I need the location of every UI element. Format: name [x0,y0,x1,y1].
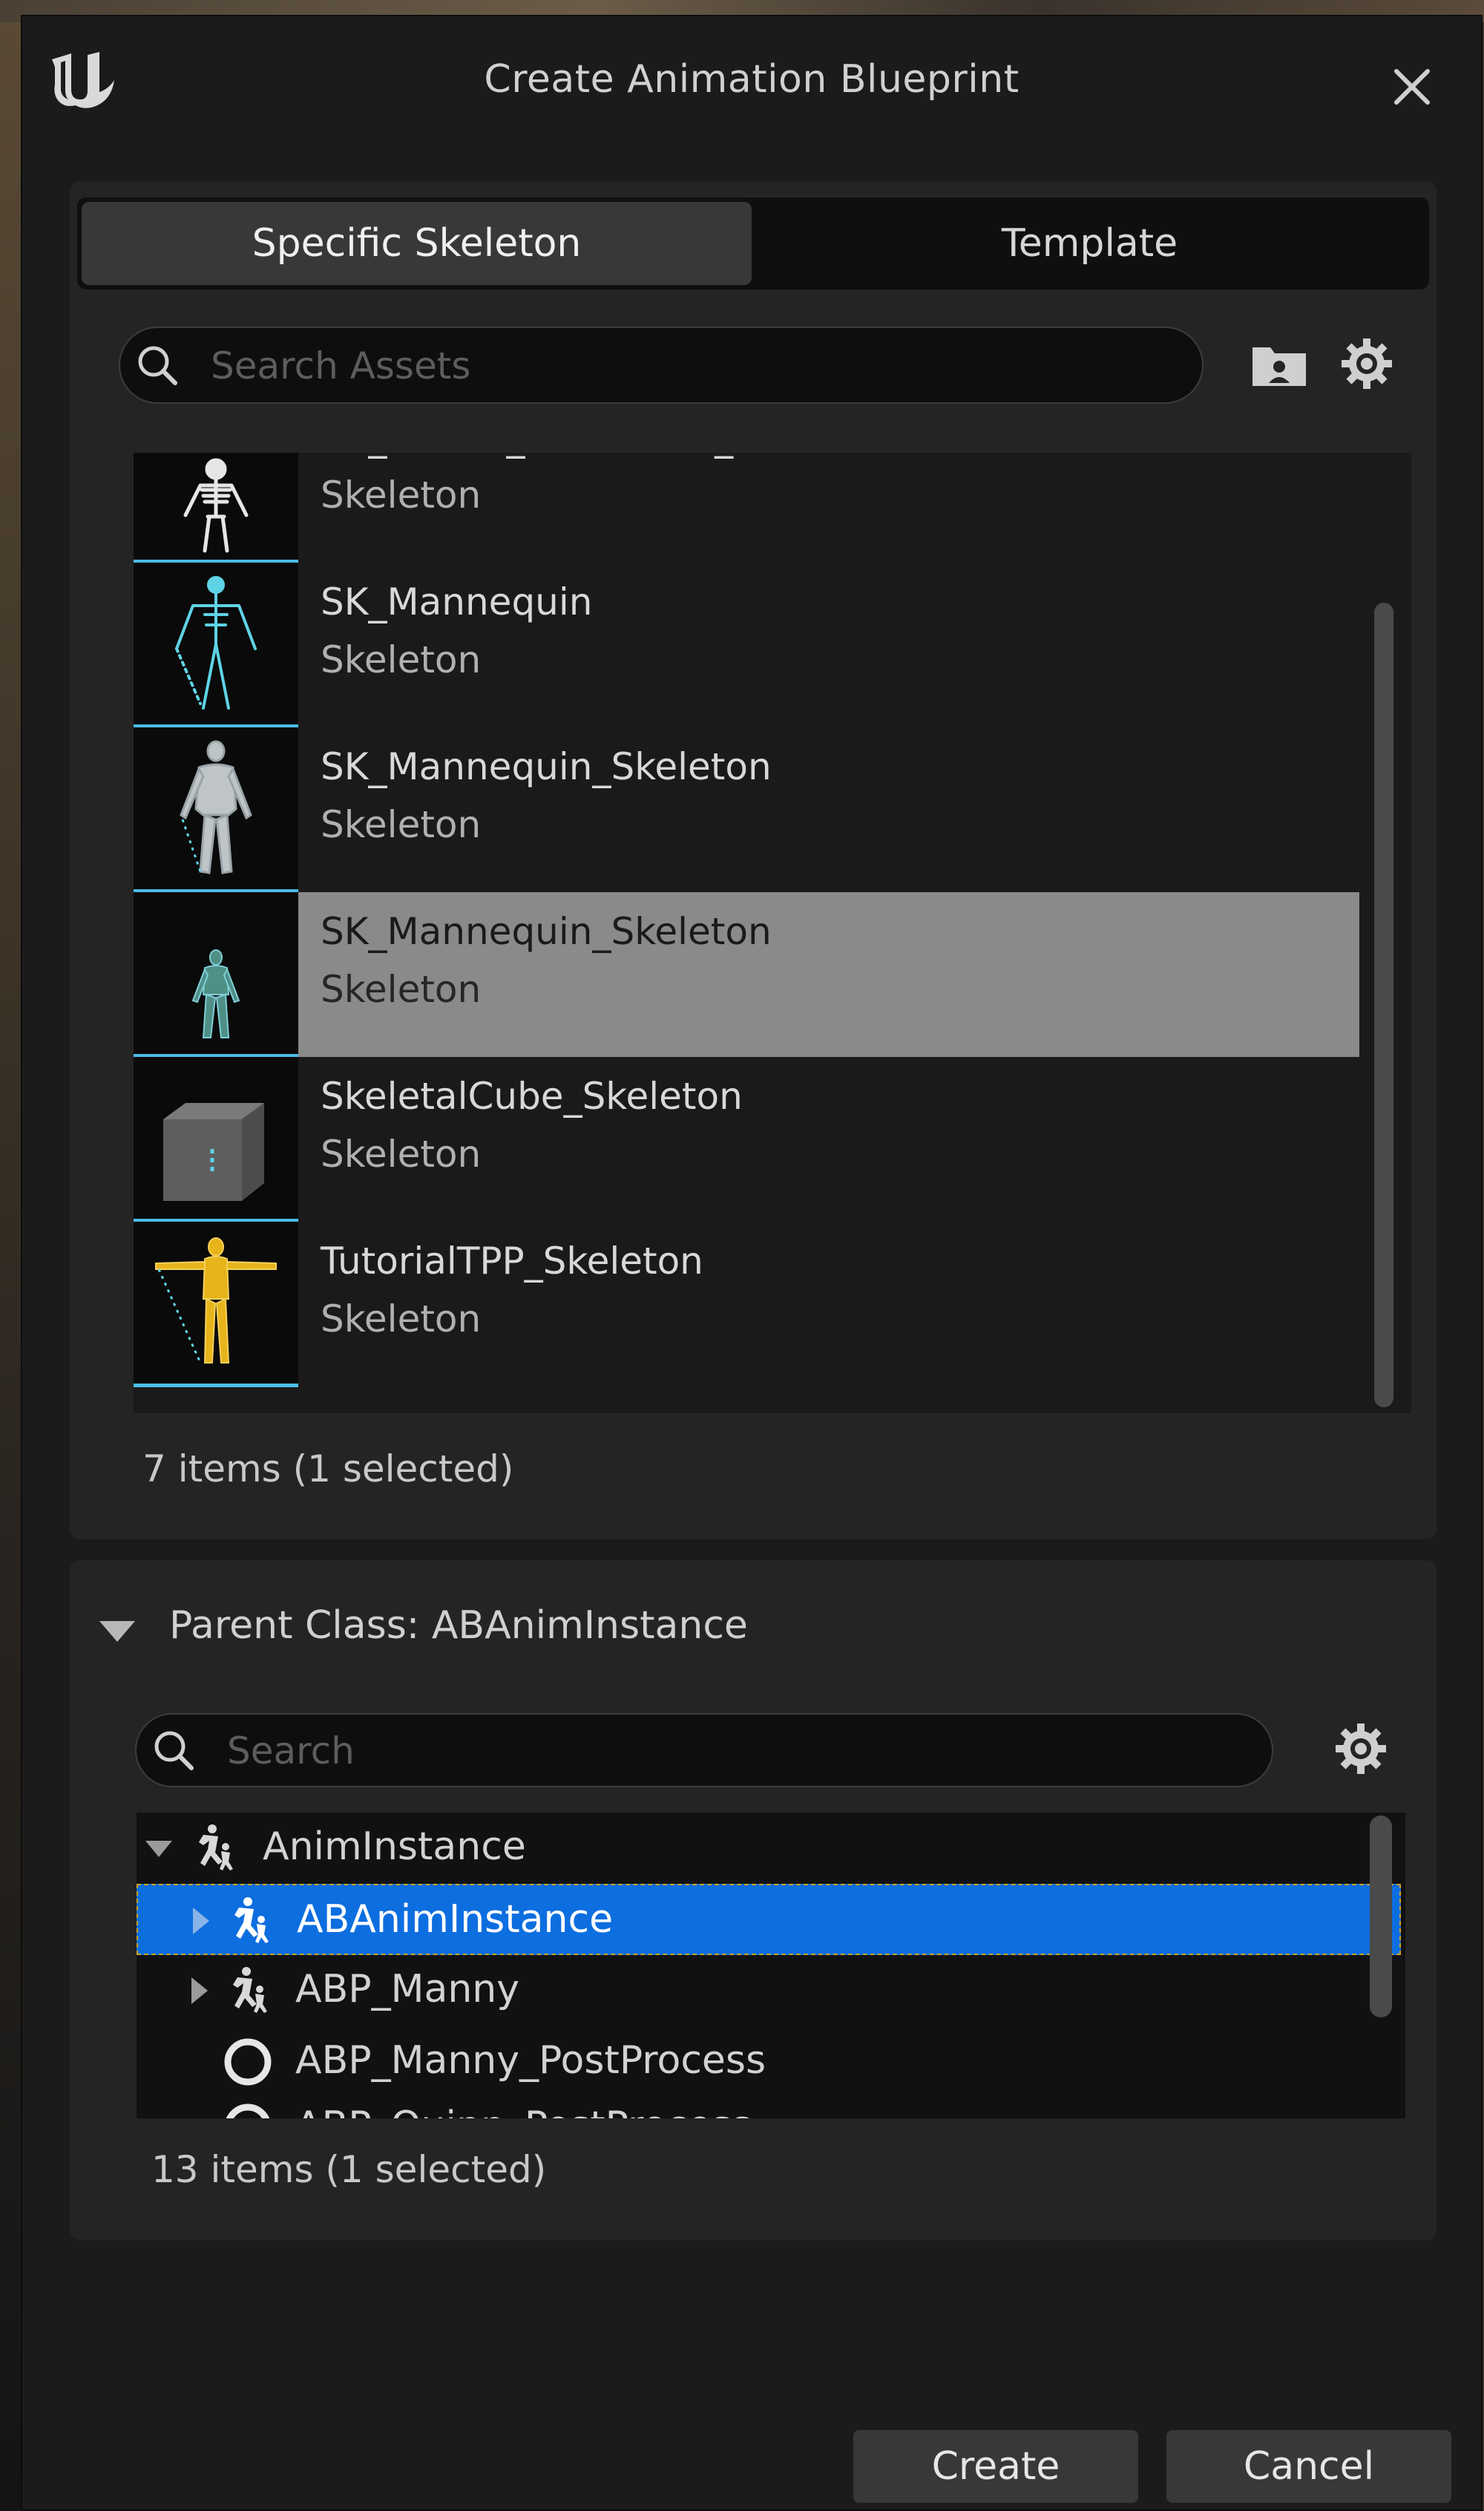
asset-name: SK_Mannequin [321,580,593,623]
class-name: ABP_Manny_PostProcess [295,2038,766,2083]
circle-icon [224,2038,272,2086]
asset-thumbnail [134,563,298,728]
asset-search-bar[interactable] [119,327,1204,404]
tree-item-animinstance[interactable]: AnimInstance [137,1813,1401,1884]
create-button[interactable]: Create [853,2430,1138,2503]
tree-item-abp-quinn-postprocess[interactable]: ABP_Quinn_PostProcess [137,2092,1401,2118]
anim-instance-icon [199,1824,233,1870]
close-icon[interactable] [1386,61,1438,113]
class-search-bar[interactable] [135,1713,1273,1787]
yellow-mannequin [155,1237,277,1363]
asset-count: 7 items (1 selected) [142,1447,514,1490]
parent-class-panel: Parent Class: ABAnimInstance Search Anim… [70,1560,1437,2240]
search-icon [154,1731,194,1770]
class-name: AnimInstance [263,1824,526,1869]
asset-row[interactable]: SK_CharM_Barbarous_Skeleton Skeleton [134,453,1359,563]
tab-specific-skeleton[interactable]: Specific Skeleton [82,202,752,285]
tab-template[interactable]: Template [755,202,1425,285]
asset-name: SK_Mannequin_Skeleton [321,745,772,788]
tree-item-abaniminstance[interactable]: ABAnimInstance [137,1884,1401,1955]
class-tree-scrollbar[interactable] [1370,1816,1392,2017]
collapse-triangle-icon [99,1621,135,1642]
collapsed-triangle-icon[interactable] [184,1974,214,2007]
class-name: ABP_Manny [295,1967,520,2011]
asset-type: Skeleton [321,1133,482,1176]
parent-class-label: Parent Class: ABAnimInstance [169,1603,748,1648]
asset-type: Skeleton [321,803,482,846]
tree-item-abp-manny[interactable]: ABP_Manny [137,1955,1401,2026]
asset-thumbnail [134,727,298,893]
asset-row[interactable]: SK_Mannequin Skeleton [134,563,1359,728]
settings-gear-icon[interactable] [1331,1719,1391,1778]
circle-icon [226,2104,270,2118]
skeleton-panel: Specific Skeleton Template Search Assets… [70,181,1437,1539]
asset-thumbnail [134,1057,298,1222]
scrollbar-thumb[interactable] [1374,603,1393,1407]
asset-name: SK_Mannequin_Skeleton [321,910,772,953]
class-name: ABAnimInstance [297,1897,614,1942]
asset-thumbnail [134,1222,298,1387]
white-skeleton-icon [183,458,249,553]
settings-gear-icon[interactable] [1337,334,1396,393]
class-tree: AnimInstance ABAnimInstance ABP_Manny AB… [137,1813,1405,2118]
grey-mannequin [180,740,252,877]
grey-cube [163,1103,264,1201]
teal-mannequin [191,949,240,1038]
asset-type: Skeleton [321,968,482,1011]
collapsed-triangle-icon[interactable] [186,1905,215,1937]
asset-row[interactable]: TutorialTPP_Skeleton Skeleton [134,1222,1359,1387]
asset-row-selected[interactable]: SK_Mannequin_Skeleton Skeleton [134,892,1359,1058]
asset-list-scrollbar[interactable] [1374,603,1393,1407]
asset-row[interactable]: SK_Mannequin_Skeleton Skeleton [134,727,1359,893]
cyan-wireframe-mannequin [175,576,257,710]
asset-row[interactable]: SkeletalCube_Skeleton Skeleton [134,1057,1359,1222]
expanded-triangle-icon[interactable] [144,1832,174,1865]
create-anim-blueprint-dialog: Create Animation Blueprint Specific Skel… [21,15,1483,2511]
folder-icon[interactable] [1250,338,1309,392]
asset-type: Skeleton [321,474,482,517]
asset-search-input[interactable] [209,328,1177,404]
asset-name: SK_CharM_Barbarous_Skeleton [321,453,893,459]
asset-thumbnail [134,892,298,1058]
search-icon [138,346,177,385]
scrollbar-thumb[interactable] [1370,1816,1392,2017]
cancel-button[interactable]: Cancel [1166,2430,1451,2503]
asset-name: TutorialTPP_Skeleton [321,1240,703,1283]
anim-instance-icon [233,1967,267,2013]
class-search-input[interactable] [226,1715,1252,1787]
anim-instance-icon [234,1897,269,1943]
title-bar[interactable]: Create Animation Blueprint [22,16,1481,150]
asset-list: SK_CharM_Barbarous_Skeleton Skeleton SK_… [134,453,1411,1413]
asset-thumbnail [134,453,298,563]
parent-class-header[interactable]: Parent Class: ABAnimInstance [96,1603,987,1655]
asset-type: Skeleton [321,1297,482,1340]
class-count: 13 items (1 selected) [151,2148,547,2191]
tab-bar: Specific Skeleton Template [77,197,1429,289]
asset-type: Skeleton [321,638,482,681]
tree-item-abp-manny-postprocess[interactable]: ABP_Manny_PostProcess [137,2026,1401,2098]
asset-name: SkeletalCube_Skeleton [321,1075,743,1118]
dialog-title: Create Animation Blueprint [484,57,1020,102]
class-name: ABP_Quinn_PostProcess [295,2104,752,2118]
